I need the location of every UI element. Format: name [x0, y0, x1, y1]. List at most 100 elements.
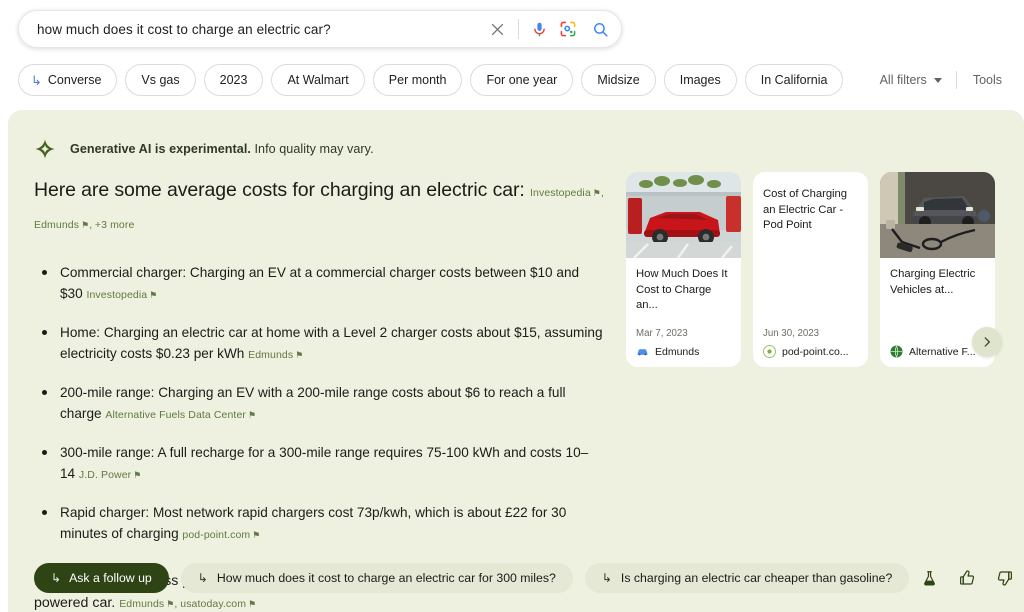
card-date: Mar 7, 2023 — [636, 328, 731, 339]
podpoint-favicon-icon — [763, 345, 776, 358]
filter-chip-label: For one year — [486, 73, 557, 87]
card-body: Charging Electric Vehicles at... — [880, 258, 995, 339]
source-card-carousel[interactable]: How Much Does It Cost to Charge an... Ma… — [626, 172, 1008, 367]
card-source-name: pod-point.co... — [782, 346, 849, 358]
suggestion-chip-1[interactable]: ↳ How much does it cost to charge an ele… — [181, 563, 573, 593]
card-footer: Jun 30, 2023 pod-point.co... — [753, 328, 868, 367]
filter-chip-per-month[interactable]: Per month — [373, 64, 463, 96]
filter-chip-row: ↳ Converse Vs gas 2023 At Walmart Per mo… — [18, 63, 1006, 97]
external-link-icon: ⚑ — [149, 290, 157, 300]
filter-chip-label: Midsize — [597, 73, 639, 87]
heading-source-link[interactable]: Investopedia⚑ — [530, 187, 601, 199]
sge-answer-panel: Generative AI is experimental. Info qual… — [8, 110, 1024, 612]
filter-chip-label: Converse — [48, 73, 102, 87]
filter-chip-converse[interactable]: ↳ Converse — [18, 64, 117, 96]
alternative-fuels-favicon-icon — [890, 345, 903, 358]
list-item: Commercial charger: Charging an EV at a … — [34, 262, 604, 306]
all-filters-button[interactable]: All filters — [880, 73, 956, 87]
suggestion-arrow-icon: ↳ — [602, 572, 612, 584]
carousel-next-button[interactable] — [972, 327, 1002, 357]
filter-chip-label: Per month — [389, 73, 447, 87]
external-link-icon: ⚑ — [248, 599, 256, 609]
sparkle-icon — [34, 138, 56, 160]
search-divider — [518, 19, 519, 39]
source-card[interactable]: How Much Does It Cost to Charge an... Ma… — [626, 172, 741, 367]
card-footer: Mar 7, 2023 Edmunds — [626, 328, 741, 367]
card-source-name: Alternative F... — [909, 346, 976, 358]
card-source-name: Edmunds — [655, 346, 699, 358]
filter-chip-midsize[interactable]: Midsize — [581, 64, 655, 96]
thumbs-up-icon[interactable] — [958, 569, 976, 587]
filter-chip-at-walmart[interactable]: At Walmart — [271, 64, 364, 96]
external-link-icon: ⚑ — [252, 530, 260, 540]
filter-chip-in-california[interactable]: In California — [745, 64, 844, 96]
bullet-text: Home: Charging an electric car at home w… — [60, 325, 603, 361]
bullet-text: Rapid charger: Most network rapid charge… — [60, 505, 566, 541]
filter-chip-label: In California — [761, 73, 828, 87]
filter-row-actions: All filters Tools — [880, 71, 1006, 89]
card-title: Charging Electric Vehicles at... — [890, 267, 985, 298]
edmunds-favicon-icon — [636, 345, 649, 358]
microphone-icon[interactable] — [525, 10, 553, 48]
search-labs-flask-icon[interactable] — [921, 570, 938, 587]
filter-chip-label: Images — [680, 73, 721, 87]
suggestion-arrow-icon: ↳ — [198, 572, 208, 584]
bullet-source-link[interactable]: Edmunds⚑ — [248, 349, 303, 361]
answer-bullet-list: Commercial charger: Charging an EV at a … — [34, 262, 604, 546]
list-item: 300-mile range: A full recharge for a 30… — [34, 442, 604, 486]
tools-button[interactable]: Tools — [957, 73, 1002, 87]
disclaimer-rest: Info quality may vary. — [251, 142, 374, 156]
filter-chip-for-one-year[interactable]: For one year — [470, 64, 573, 96]
bullet-source-link[interactable]: J.D. Power⚑ — [79, 469, 142, 481]
thumbs-down-icon[interactable] — [996, 569, 1014, 587]
google-sge-search-page: how much does it cost to charge an elect… — [0, 0, 1024, 612]
bullet-source-link[interactable]: pod-point.com⚑ — [182, 529, 260, 541]
ask-followup-label: Ask a follow up — [69, 571, 152, 585]
filter-chip-label: Vs gas — [141, 73, 179, 87]
filter-chip-images[interactable]: Images — [664, 64, 737, 96]
card-body: How Much Does It Cost to Charge an... — [626, 258, 741, 328]
card-title: Cost of Charging an Electric Car - Pod P… — [763, 187, 858, 234]
chevron-down-icon — [934, 78, 942, 83]
answer-heading-text: Here are some average costs for charging… — [34, 179, 525, 201]
clear-icon[interactable] — [482, 10, 512, 48]
list-item: Home: Charging an electric car at home w… — [34, 322, 604, 366]
followup-bar: ↳ Ask a follow up ↳ How much does it cos… — [34, 562, 1006, 594]
converse-arrow-icon: ↳ — [31, 74, 42, 87]
ask-followup-button[interactable]: ↳ Ask a follow up — [34, 563, 169, 593]
external-link-icon: ⚑ — [593, 188, 601, 198]
filter-chip-2023[interactable]: 2023 — [204, 64, 264, 96]
card-body: Cost of Charging an Electric Car - Pod P… — [753, 172, 868, 328]
list-item: 200-mile range: Charging an EV with a 20… — [34, 382, 604, 426]
source-separator: , — [601, 187, 604, 199]
card-thumbnail-red-tesla — [626, 172, 741, 258]
disclaimer-text: Generative AI is experimental. Info qual… — [70, 142, 374, 156]
filter-chip-label: 2023 — [220, 73, 248, 87]
filter-chip-vs-gas[interactable]: Vs gas — [125, 64, 195, 96]
lens-icon[interactable] — [553, 10, 583, 48]
source-card[interactable]: Cost of Charging an Electric Car - Pod P… — [753, 172, 868, 367]
external-link-icon: ⚑ — [81, 220, 89, 230]
external-link-icon: ⚑ — [295, 350, 303, 360]
feedback-actions — [921, 569, 1020, 587]
search-input[interactable]: how much does it cost to charge an elect… — [19, 22, 482, 37]
heading-source-link[interactable]: Edmunds⚑ — [34, 219, 89, 231]
all-filters-label: All filters — [880, 73, 927, 87]
suggestion-label: How much does it cost to charge an elect… — [217, 571, 556, 585]
suggestion-chip-2[interactable]: ↳ Is charging an electric car cheaper th… — [585, 563, 909, 593]
ai-disclaimer: Generative AI is experimental. Info qual… — [34, 138, 374, 160]
search-bar[interactable]: how much does it cost to charge an elect… — [18, 10, 622, 48]
card-date: Jun 30, 2023 — [763, 328, 858, 339]
external-link-icon: ⚑ — [248, 410, 256, 420]
answer-heading: Here are some average costs for charging… — [34, 176, 604, 240]
search-submit-icon[interactable] — [583, 10, 617, 48]
card-source-line: Alternative F... — [890, 345, 985, 358]
conclusion-source-link[interactable]: Edmunds⚑ — [119, 598, 174, 610]
more-sources-link[interactable]: +3 more — [95, 219, 135, 231]
conclusion-source-link[interactable]: usatoday.com⚑ — [180, 598, 256, 610]
bullet-source-link[interactable]: Investopedia⚑ — [86, 289, 157, 301]
card-thumbnail-garage-charging — [880, 172, 995, 258]
bullet-source-link[interactable]: Alternative Fuels Data Center⚑ — [105, 409, 256, 421]
filter-chip-label: At Walmart — [287, 73, 348, 87]
followup-arrow-icon: ↳ — [51, 572, 61, 584]
